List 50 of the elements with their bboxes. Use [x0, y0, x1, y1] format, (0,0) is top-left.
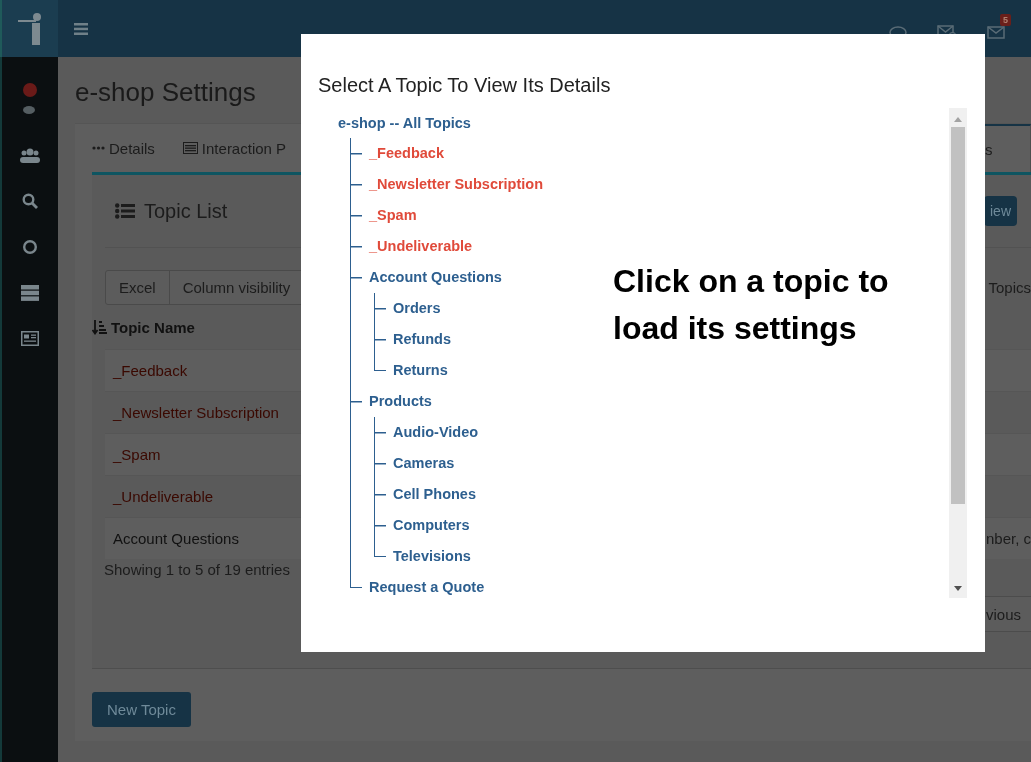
- mail-icon[interactable]: [987, 26, 1005, 39]
- server-icon[interactable]: [21, 285, 39, 301]
- menu-icon[interactable]: [74, 22, 88, 35]
- logo-icon[interactable]: [17, 12, 43, 45]
- table-cell-text: Account Questions: [112, 530, 239, 547]
- table-cell-text: _Undeliverable: [111, 488, 214, 505]
- circle-icon[interactable]: [22, 239, 38, 255]
- tab[interactable]: Details: [92, 139, 171, 157]
- tree-item[interactable]: Products: [369, 393, 432, 409]
- notification-badge: 5: [1000, 14, 1011, 26]
- sort-icon[interactable]: [92, 319, 107, 335]
- list-icon: [115, 203, 135, 219]
- tree-item[interactable]: Orders: [393, 300, 441, 316]
- table-cell-text: _Spam: [111, 446, 161, 463]
- entries-info: Showing 1 to 5 of 19 entries: [104, 561, 290, 578]
- new-topic-button[interactable]: New Topic: [92, 692, 191, 727]
- table-cell: nber, c: [985, 530, 1031, 547]
- tree-item[interactable]: Account Questions: [369, 269, 502, 285]
- tree-item[interactable]: Refunds: [393, 331, 451, 347]
- tree-item[interactable]: _Spam: [369, 207, 417, 223]
- view-button[interactable]: iew: [984, 196, 1017, 226]
- list-window-icon: [182, 142, 198, 154]
- newspaper-icon[interactable]: [21, 331, 39, 346]
- tree-item[interactable]: _Newsletter Subscription: [369, 176, 544, 192]
- panel-title: Topic List: [144, 199, 228, 223]
- search-icon[interactable]: [22, 193, 38, 209]
- filter-label: Topics: [988, 279, 1031, 296]
- tree-item[interactable]: _Undeliverable: [369, 238, 473, 254]
- tab[interactable]: Interaction P: [182, 139, 303, 157]
- export-button[interactable]: Excel: [106, 271, 170, 304]
- column-header[interactable]: Topic Name: [111, 318, 195, 336]
- users-icon[interactable]: [20, 147, 40, 163]
- tree-item[interactable]: Returns: [393, 362, 448, 378]
- tree-item[interactable]: Request a Quote: [369, 579, 485, 595]
- scrollbar[interactable]: [949, 108, 967, 598]
- page-title: e-shop Settings: [75, 77, 256, 109]
- tree-item[interactable]: Cell Phones: [393, 486, 476, 502]
- tree-item[interactable]: Audio-Video: [393, 424, 479, 440]
- dots-icon: [92, 146, 105, 150]
- tree-item[interactable]: _Feedback: [369, 145, 444, 161]
- tree-item[interactable]: Computers: [393, 517, 470, 533]
- tree-item[interactable]: e-shop -- All Topics: [338, 108, 471, 138]
- export-button[interactable]: Column visibility: [169, 271, 304, 304]
- instruction-text: Click on a topic to load its settings: [613, 262, 890, 348]
- tree-item[interactable]: Televisions: [393, 548, 471, 564]
- tree-item[interactable]: Cameras: [393, 455, 455, 471]
- table-cell-text: _Feedback: [111, 362, 188, 379]
- dialog-title: Select A Topic To View Its Details: [318, 74, 612, 97]
- table-cell-text: _Newsletter Subscription: [111, 404, 279, 421]
- status-chat-icon[interactable]: [22, 83, 38, 117]
